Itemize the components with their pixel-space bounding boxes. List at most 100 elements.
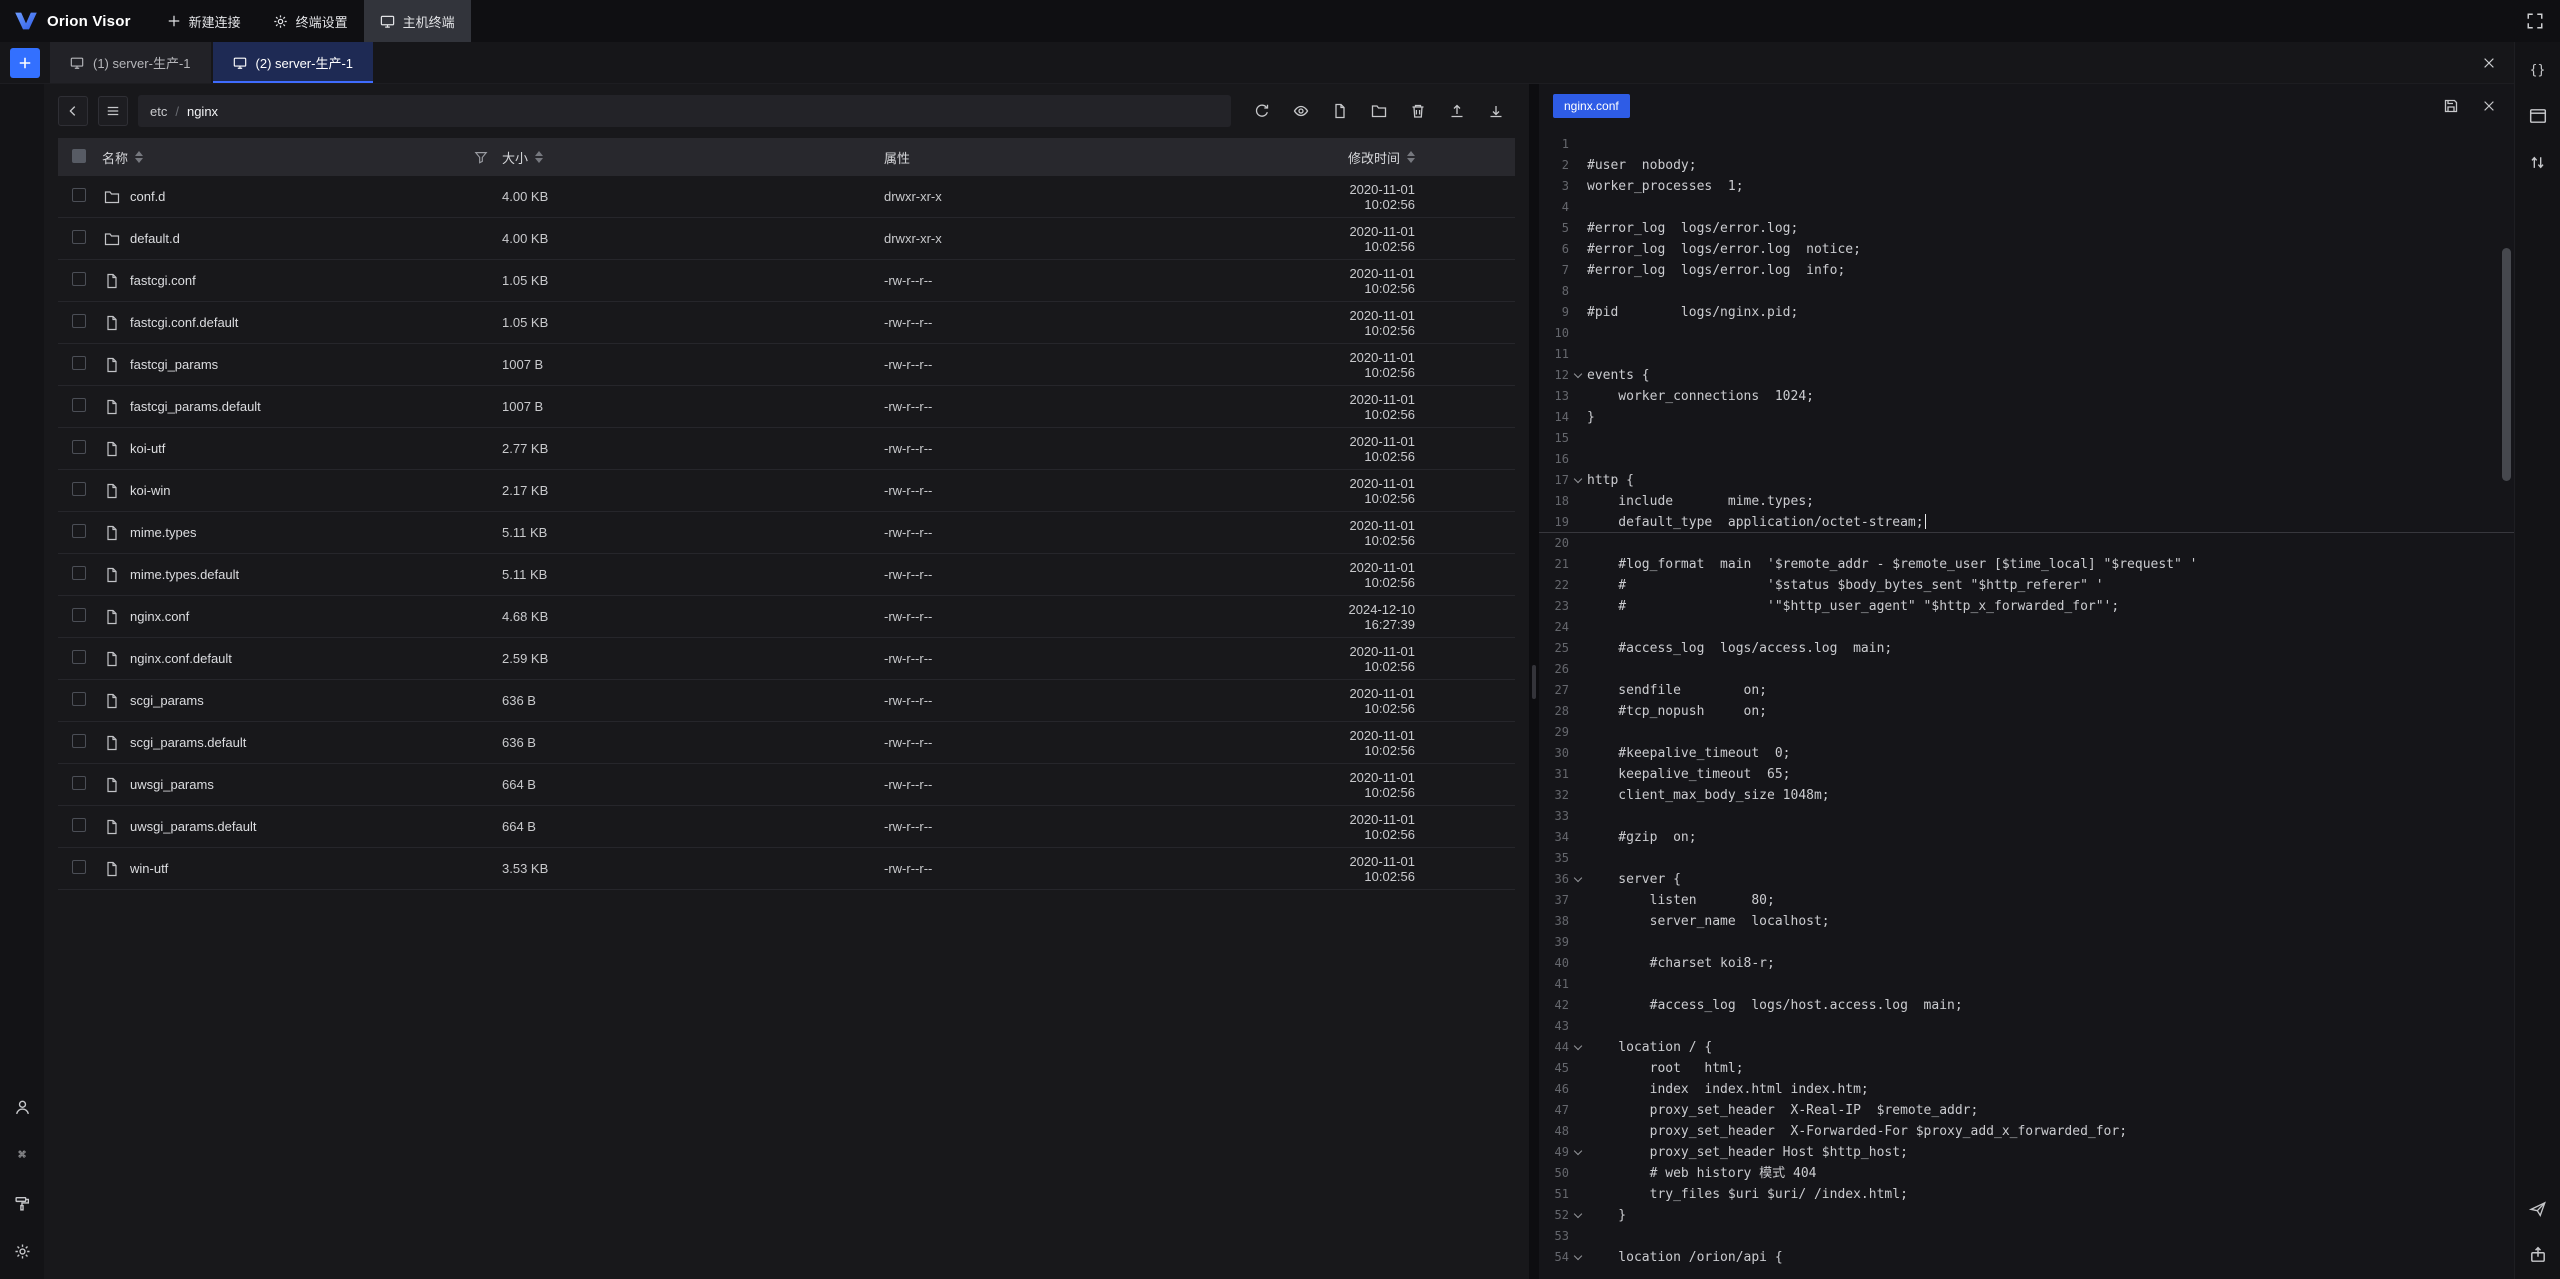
fold-marker[interactable] <box>1569 428 1587 449</box>
download-icon[interactable] <box>1485 100 1507 122</box>
table-row[interactable]: nginx.conf 4.68 KB -rw-r--r-- 2024-12-10… <box>58 596 1515 638</box>
fold-marker[interactable] <box>1569 953 1587 974</box>
code-line[interactable]: 29 <box>1539 722 2514 743</box>
row-checkbox[interactable] <box>72 440 86 454</box>
code-line[interactable]: 48 proxy_set_header X-Forwarded-For $pro… <box>1539 1121 2514 1142</box>
code-line[interactable]: 43 <box>1539 1016 2514 1037</box>
row-checkbox[interactable] <box>72 566 86 580</box>
upload-icon[interactable] <box>1446 100 1468 122</box>
code-line[interactable]: 8 <box>1539 281 2514 302</box>
nav-item-terminal-settings[interactable]: 终端设置 <box>257 0 364 42</box>
row-checkbox[interactable] <box>72 650 86 664</box>
list-view-button[interactable] <box>98 96 128 126</box>
column-size[interactable]: 大小 <box>502 148 884 167</box>
table-row[interactable]: koi-utf 2.77 KB -rw-r--r-- 2020-11-01 10… <box>58 428 1515 470</box>
sort-arrows-icon[interactable] <box>2526 150 2550 174</box>
fold-marker[interactable] <box>1569 827 1587 848</box>
fold-marker[interactable] <box>1569 554 1587 575</box>
fold-marker[interactable] <box>1569 869 1587 890</box>
table-row[interactable]: koi-win 2.17 KB -rw-r--r-- 2020-11-01 10… <box>58 470 1515 512</box>
table-row[interactable]: mime.types.default 5.11 KB -rw-r--r-- 20… <box>58 554 1515 596</box>
code-line[interactable]: 40 #charset koi8-r; <box>1539 953 2514 974</box>
code-line[interactable]: 16 <box>1539 449 2514 470</box>
delete-trash-icon[interactable] <box>1407 100 1429 122</box>
fold-marker[interactable] <box>1569 1205 1587 1226</box>
file-name-cell[interactable]: nginx.conf.default <box>102 651 502 667</box>
table-row[interactable]: scgi_params.default 636 B -rw-r--r-- 202… <box>58 722 1515 764</box>
code-line[interactable]: 24 <box>1539 617 2514 638</box>
fold-marker[interactable] <box>1569 365 1587 386</box>
code-line[interactable]: 2 #user nobody; <box>1539 155 2514 176</box>
new-terminal-button[interactable] <box>10 48 40 78</box>
code-line[interactable]: 49 proxy_set_header Host $http_host; <box>1539 1142 2514 1163</box>
file-name-cell[interactable]: koi-win <box>102 483 502 499</box>
row-checkbox[interactable] <box>72 776 86 790</box>
fold-marker[interactable] <box>1569 512 1587 532</box>
fold-marker[interactable] <box>1569 1016 1587 1037</box>
code-line[interactable]: 51 try_files $uri $uri/ /index.html; <box>1539 1184 2514 1205</box>
code-line[interactable]: 30 #keepalive_timeout 0; <box>1539 743 2514 764</box>
file-name-cell[interactable]: default.d <box>102 231 502 247</box>
save-file-icon[interactable] <box>2440 95 2462 117</box>
column-attr[interactable]: 属性 <box>884 148 1314 167</box>
fold-marker[interactable] <box>1569 575 1587 596</box>
file-name-cell[interactable]: uwsgi_params.default <box>102 819 502 835</box>
sort-name-icon[interactable] <box>135 151 143 163</box>
row-checkbox[interactable] <box>72 734 86 748</box>
code-line[interactable]: 9 #pid logs/nginx.pid; <box>1539 302 2514 323</box>
select-all-checkbox[interactable] <box>72 149 86 163</box>
editor-panel-icon[interactable] <box>2526 104 2550 128</box>
fold-marker[interactable] <box>1569 281 1587 302</box>
fold-marker[interactable] <box>1569 155 1587 176</box>
table-row[interactable]: win-utf 3.53 KB -rw-r--r-- 2020-11-01 10… <box>58 848 1515 890</box>
row-checkbox[interactable] <box>72 482 86 496</box>
table-row[interactable]: fastcgi.conf 1.05 KB -rw-r--r-- 2020-11-… <box>58 260 1515 302</box>
code-line[interactable]: 12 events { <box>1539 365 2514 386</box>
editor-file-tab[interactable]: nginx.conf <box>1553 94 1630 118</box>
code-line[interactable]: 32 client_max_body_size 1048m; <box>1539 785 2514 806</box>
row-checkbox[interactable] <box>72 230 86 244</box>
row-checkbox[interactable] <box>72 272 86 286</box>
file-name-cell[interactable]: mime.types.default <box>102 567 502 583</box>
table-row[interactable]: default.d 4.00 KB drwxr-xr-x 2020-11-01 … <box>58 218 1515 260</box>
code-line[interactable]: 20 <box>1539 533 2514 554</box>
code-line[interactable]: 11 <box>1539 344 2514 365</box>
fold-marker[interactable] <box>1569 659 1587 680</box>
code-line[interactable]: 14 } <box>1539 407 2514 428</box>
row-checkbox[interactable] <box>72 314 86 328</box>
fold-marker[interactable] <box>1569 1058 1587 1079</box>
code-line[interactable]: 7 #error_log logs/error.log info; <box>1539 260 2514 281</box>
table-row[interactable]: mime.types 5.11 KB -rw-r--r-- 2020-11-01… <box>58 512 1515 554</box>
fold-marker[interactable] <box>1569 911 1587 932</box>
file-name-cell[interactable]: nginx.conf <box>102 609 502 625</box>
fold-marker[interactable] <box>1569 617 1587 638</box>
close-editor-icon[interactable] <box>2478 95 2500 117</box>
code-line[interactable]: 50 # web history 模式 404 <box>1539 1163 2514 1184</box>
row-checkbox[interactable] <box>72 356 86 370</box>
code-line[interactable]: 36 server { <box>1539 869 2514 890</box>
fold-marker[interactable] <box>1569 932 1587 953</box>
fold-marker[interactable] <box>1569 596 1587 617</box>
nav-item-host-terminal[interactable]: 主机终端 <box>364 0 471 42</box>
fold-marker[interactable] <box>1569 1037 1587 1058</box>
breadcrumb[interactable]: etc / nginx <box>138 95 1231 127</box>
show-hidden-eye-icon[interactable] <box>1290 100 1312 122</box>
fold-marker[interactable] <box>1569 806 1587 827</box>
code-line[interactable]: 31 keepalive_timeout 65; <box>1539 764 2514 785</box>
code-line[interactable]: 26 <box>1539 659 2514 680</box>
fold-marker[interactable] <box>1569 638 1587 659</box>
file-name-cell[interactable]: uwsgi_params <box>102 777 502 793</box>
fold-marker[interactable] <box>1569 785 1587 806</box>
table-row[interactable]: scgi_params 636 B -rw-r--r-- 2020-11-01 … <box>58 680 1515 722</box>
code-line[interactable]: 22 # '$status $body_bytes_sent "$http_re… <box>1539 575 2514 596</box>
code-line[interactable]: 27 sendfile on; <box>1539 680 2514 701</box>
file-name-cell[interactable]: conf.d <box>102 189 502 205</box>
row-checkbox[interactable] <box>72 692 86 706</box>
fold-marker[interactable] <box>1569 176 1587 197</box>
brand[interactable]: Orion Visor <box>0 10 151 32</box>
terminal-tab-1[interactable]: (1) server-生产-1 <box>50 42 211 83</box>
column-name[interactable]: 名称 <box>102 148 502 167</box>
code-line[interactable]: 6 #error_log logs/error.log notice; <box>1539 239 2514 260</box>
file-name-cell[interactable]: mime.types <box>102 525 502 541</box>
row-checkbox[interactable] <box>72 818 86 832</box>
